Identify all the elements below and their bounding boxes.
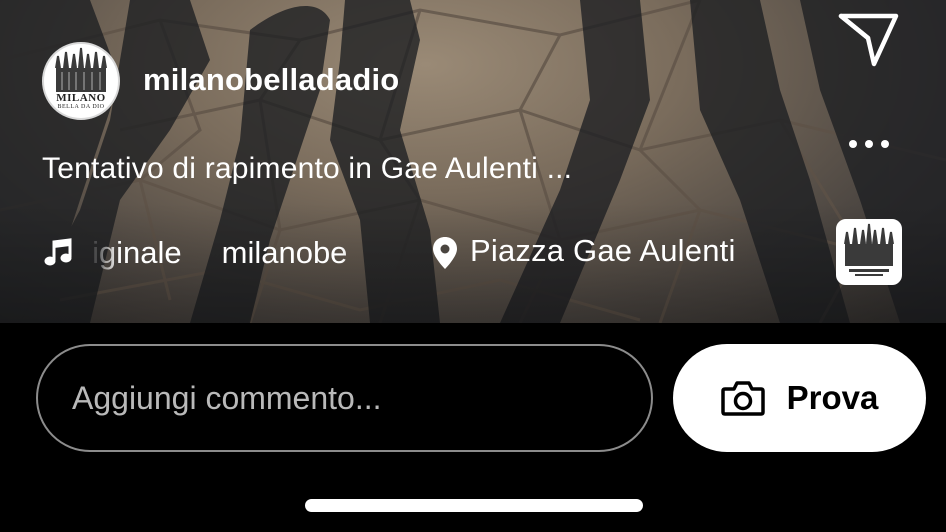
logo-title: MILANO	[56, 92, 106, 104]
audio-label: iginale	[92, 235, 182, 270]
cathedral-thumbnail-icon	[844, 223, 894, 276]
audio-user: milanobe	[221, 235, 348, 270]
post-caption[interactable]: Tentativo di rapimento in Gae Aulenti ..…	[42, 152, 572, 186]
music-note-icon	[44, 238, 72, 266]
try-button[interactable]: Prova	[673, 344, 926, 452]
audio-thumbnail[interactable]	[836, 219, 902, 285]
home-indicator[interactable]	[305, 499, 643, 512]
username-link[interactable]: milanobelladadio	[143, 62, 399, 98]
logo-subtitle: BELLA DA DIO	[57, 104, 105, 110]
profile-avatar[interactable]: MILANO BELLA DA DIO	[42, 42, 120, 120]
camera-icon	[720, 381, 765, 416]
more-options-icon[interactable]	[846, 132, 892, 156]
send-icon[interactable]	[836, 10, 902, 70]
location-link[interactable]: Piazza Gae Aulenti	[470, 233, 736, 269]
original-audio-ticker[interactable]: iginale milanobe	[90, 233, 386, 273]
try-button-label: Prova	[786, 379, 879, 416]
location-pin-icon	[433, 237, 457, 269]
comment-input[interactable]	[36, 344, 653, 452]
